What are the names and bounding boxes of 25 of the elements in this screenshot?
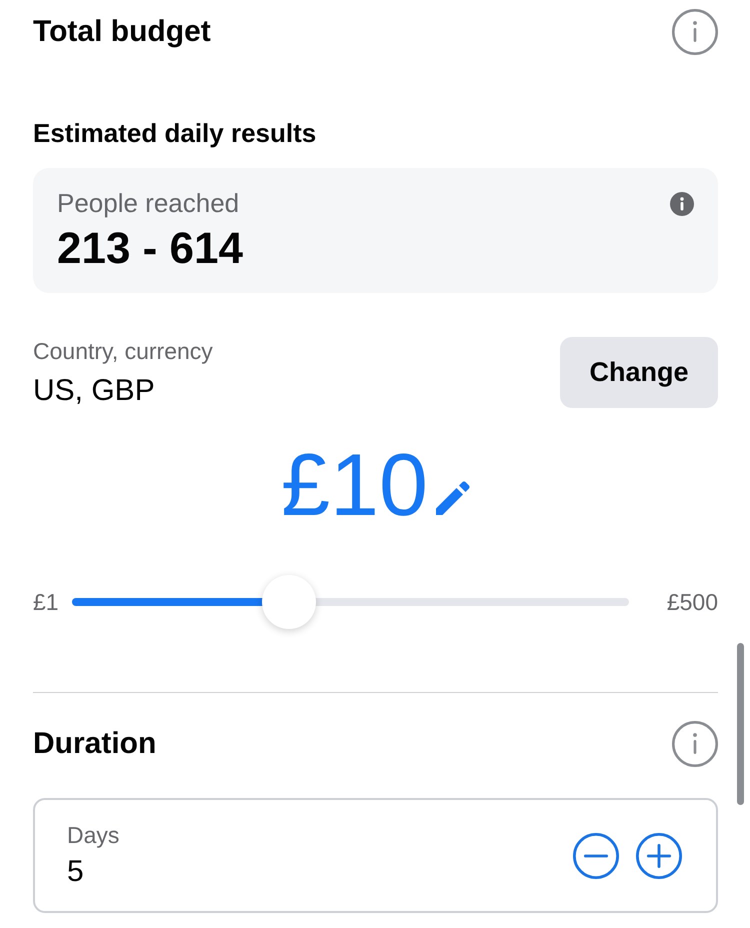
decrease-button[interactable] (573, 832, 619, 878)
days-label: Days (67, 822, 120, 848)
increase-button[interactable] (636, 832, 682, 878)
country-currency-label: Country, currency (33, 337, 213, 365)
days-value: 5 (67, 855, 84, 889)
pencil-icon[interactable] (434, 481, 470, 517)
budget-amount: £10 (281, 435, 428, 535)
metric-label: People reached (57, 188, 240, 218)
days-field[interactable]: Days 5 (33, 798, 718, 913)
metric-value: 213 - 614 (57, 224, 243, 274)
section-title: Estimated daily results (33, 117, 316, 149)
slider-max-label: £500 (666, 588, 718, 616)
slider-thumb[interactable] (262, 575, 316, 629)
section-title: Total budget (33, 14, 211, 50)
info-icon[interactable] (672, 721, 718, 767)
scrollbar[interactable] (737, 643, 744, 805)
budget-slider[interactable] (72, 575, 629, 629)
change-button[interactable]: Change (560, 337, 718, 408)
info-icon[interactable] (672, 9, 718, 55)
plus-icon (636, 832, 682, 878)
country-currency-value: US, GBP (33, 374, 155, 408)
slider-min-label: £1 (33, 588, 59, 616)
section-title: Duration (33, 726, 156, 762)
minus-icon (573, 832, 619, 878)
info-icon[interactable] (670, 192, 694, 216)
